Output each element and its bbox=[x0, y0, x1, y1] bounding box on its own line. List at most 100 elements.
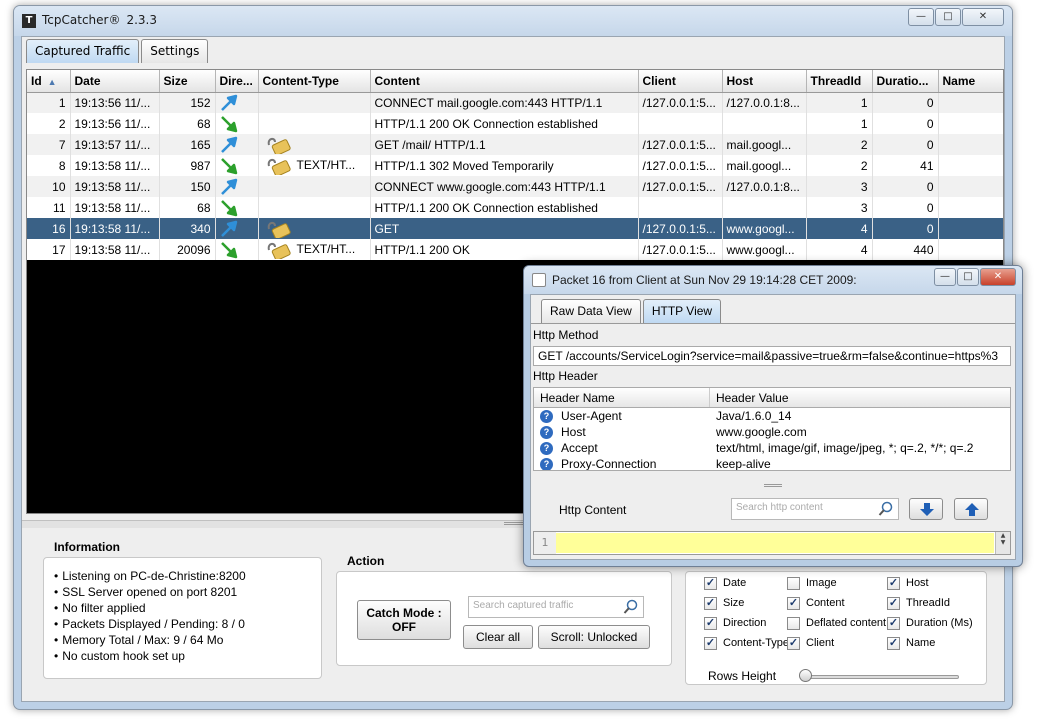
table-row[interactable]: 17 19:13:58 11/... 20096 TEXT/HT... HTTP/1.1… bbox=[27, 239, 1003, 260]
checkbox[interactable]: ✓ bbox=[787, 636, 800, 650]
popup-close-button[interactable]: ✕ bbox=[980, 268, 1016, 286]
col-header-threadid[interactable]: ThreadId bbox=[806, 70, 873, 93]
col-header-name[interactable]: Name bbox=[938, 70, 1003, 93]
table-row[interactable]: 7 19:13:57 11/... 165 GET /mail/ HTTP/1.1/1… bbox=[27, 134, 1003, 155]
table-row[interactable]: 2 19:13:56 11/... 68 HTTP/1.1 200 OK Connec… bbox=[27, 113, 1003, 134]
table-row[interactable]: 16 19:13:58 11/... 340 GET/127.0.0.1:5... ww… bbox=[27, 218, 1003, 239]
table-row[interactable]: 1 19:13:56 11/... 152 CONNECT mail.google.c… bbox=[27, 92, 1003, 113]
column-toggle-client[interactable]: ✓ Client bbox=[787, 635, 834, 651]
help-icon: ? bbox=[540, 409, 553, 423]
find-previous-button[interactable] bbox=[954, 498, 988, 520]
col-header-content-type[interactable]: Content-Type bbox=[258, 70, 371, 93]
cell-size: 68 bbox=[159, 197, 216, 218]
tab-settings[interactable]: Settings bbox=[141, 39, 209, 63]
cell-name bbox=[938, 218, 1003, 239]
checkbox[interactable]: ✓ bbox=[704, 596, 717, 610]
column-toggle-name[interactable]: ✓ Name bbox=[887, 635, 935, 651]
cell-content: CONNECT mail.google.com:443 HTTP/1.1 bbox=[370, 92, 639, 113]
cell-name bbox=[938, 92, 1003, 113]
tab-http-view[interactable]: HTTP View bbox=[642, 299, 722, 323]
cell-content-type bbox=[258, 92, 371, 113]
cell-name bbox=[938, 134, 1003, 155]
checkbox[interactable]: ✓ bbox=[887, 576, 900, 590]
col-header-host[interactable]: Host bbox=[722, 70, 807, 93]
cell-direction bbox=[215, 155, 259, 176]
http-header-table[interactable]: Header Name Header Value ? User-Agent Java… bbox=[533, 387, 1011, 471]
column-toggle-threadid[interactable]: ✓ ThreadId bbox=[887, 595, 950, 611]
maximize-button[interactable]: □ bbox=[935, 8, 961, 26]
col-header-duration[interactable]: Duratio... bbox=[872, 70, 939, 93]
table-row[interactable]: 8 19:13:58 11/... 987 TEXT/HT... HTTP/1.1 30… bbox=[27, 155, 1003, 176]
tab-raw-data-view[interactable]: Raw Data View bbox=[541, 299, 641, 323]
minimize-button[interactable]: — bbox=[908, 8, 934, 26]
close-button[interactable]: ✕ bbox=[962, 8, 1004, 26]
cell-content: HTTP/1.1 200 OK Connection established bbox=[370, 197, 639, 218]
col-header-header-value[interactable]: Header Value bbox=[710, 388, 1010, 407]
cell-host bbox=[722, 113, 807, 134]
catch-mode-button[interactable]: Catch Mode : OFF bbox=[357, 600, 451, 640]
http-content-editor[interactable]: 1 ▲ ▼ bbox=[533, 531, 1011, 555]
rows-height-label: Rows Height bbox=[708, 669, 777, 683]
column-toggle-size[interactable]: ✓ Size bbox=[704, 595, 744, 611]
popup-splitter[interactable] bbox=[531, 476, 1015, 487]
header-row[interactable]: ? User-Agent Java/1.6.0_14 bbox=[534, 408, 1010, 424]
cell-date: 19:13:58 11/... bbox=[70, 239, 160, 260]
checkbox[interactable]: ✓ bbox=[887, 596, 900, 610]
popup-minimize-button[interactable]: — bbox=[934, 268, 956, 286]
column-toggle-deflated-content[interactable]: Deflated content bbox=[787, 615, 886, 631]
rows-height-slider[interactable] bbox=[804, 675, 959, 679]
rows-height-slider-knob[interactable] bbox=[799, 669, 812, 682]
header-row[interactable]: ? Proxy-Connection keep-alive bbox=[534, 456, 1010, 471]
tab-captured-traffic[interactable]: Captured Traffic bbox=[26, 39, 140, 63]
checkbox[interactable]: ✓ bbox=[887, 616, 900, 630]
info-item: SSL Server opened on port 8201 bbox=[54, 584, 246, 600]
col-header-id[interactable]: Id ▲ bbox=[27, 70, 71, 93]
cell-date: 19:13:56 11/... bbox=[70, 113, 160, 134]
header-row[interactable]: ? Host www.google.com bbox=[534, 424, 1010, 440]
col-header-client[interactable]: Client bbox=[638, 70, 723, 93]
column-toggle-host[interactable]: ✓ Host bbox=[887, 575, 929, 591]
col-header-header-name[interactable]: Header Name bbox=[534, 388, 710, 407]
http-method-field[interactable]: GET /accounts/ServiceLogin?service=mail&… bbox=[533, 346, 1011, 366]
checkbox[interactable] bbox=[787, 616, 800, 630]
cell-content: GET bbox=[370, 218, 639, 239]
header-row[interactable]: ? Accept text/html, image/gif, image/jpeg,… bbox=[534, 440, 1010, 456]
popup-title-bar[interactable]: Packet 16 from Client at Sun Nov 29 19:1… bbox=[524, 266, 1022, 294]
header-name: Proxy-Connection bbox=[561, 457, 657, 471]
checkbox[interactable]: ✓ bbox=[887, 636, 900, 650]
column-toggle-duration-ms[interactable]: ✓ Duration (Ms) bbox=[887, 615, 973, 631]
search-captured-input[interactable]: Search captured traffic bbox=[468, 596, 644, 618]
cell-content: HTTP/1.1 200 OK Connection established bbox=[370, 113, 639, 134]
clear-all-button[interactable]: Clear all bbox=[463, 625, 533, 649]
col-header-size[interactable]: Size bbox=[159, 70, 216, 93]
java-icon bbox=[532, 273, 546, 287]
checkbox-label: Content-Type bbox=[723, 637, 790, 649]
information-title: Information bbox=[54, 540, 120, 554]
scroll-lock-button[interactable]: Scroll: Unlocked bbox=[538, 625, 650, 649]
column-toggle-direction[interactable]: ✓ Direction bbox=[704, 615, 766, 631]
search-http-content-input[interactable]: Search http content bbox=[731, 498, 899, 520]
editor-scrollbar[interactable]: ▲ ▼ bbox=[995, 532, 1010, 554]
column-toggle-content[interactable]: ✓ Content bbox=[787, 595, 845, 611]
cell-duration: 0 bbox=[872, 92, 939, 113]
table-row[interactable]: 11 19:13:58 11/... 68 HTTP/1.1 200 OK Conne… bbox=[27, 197, 1003, 218]
find-next-button[interactable] bbox=[909, 498, 943, 520]
editor-current-line[interactable] bbox=[556, 533, 994, 553]
checkbox[interactable]: ✓ bbox=[704, 576, 717, 590]
column-toggle-date[interactable]: ✓ Date bbox=[704, 575, 746, 591]
cell-date: 19:13:58 11/... bbox=[70, 197, 160, 218]
table-row[interactable]: 10 19:13:58 11/... 150 CONNECT www.google.c… bbox=[27, 176, 1003, 197]
popup-maximize-button[interactable]: □ bbox=[957, 268, 979, 286]
column-toggle-content-type[interactable]: ✓ Content-Type bbox=[704, 635, 789, 651]
col-header-direction[interactable]: Dire... bbox=[215, 70, 259, 93]
checkbox[interactable]: ✓ bbox=[704, 636, 717, 650]
title-bar[interactable]: T TcpCatcher® 2.3.3 — □ ✕ bbox=[14, 6, 1012, 36]
col-header-content[interactable]: Content bbox=[370, 70, 639, 93]
column-toggle-image[interactable]: Image bbox=[787, 575, 837, 591]
checkbox[interactable]: ✓ bbox=[704, 616, 717, 630]
checkbox[interactable] bbox=[787, 576, 800, 590]
search-icon bbox=[623, 599, 638, 614]
checkbox[interactable]: ✓ bbox=[787, 596, 800, 610]
incoming-arrow-icon bbox=[220, 241, 237, 258]
col-header-date[interactable]: Date bbox=[70, 70, 160, 93]
